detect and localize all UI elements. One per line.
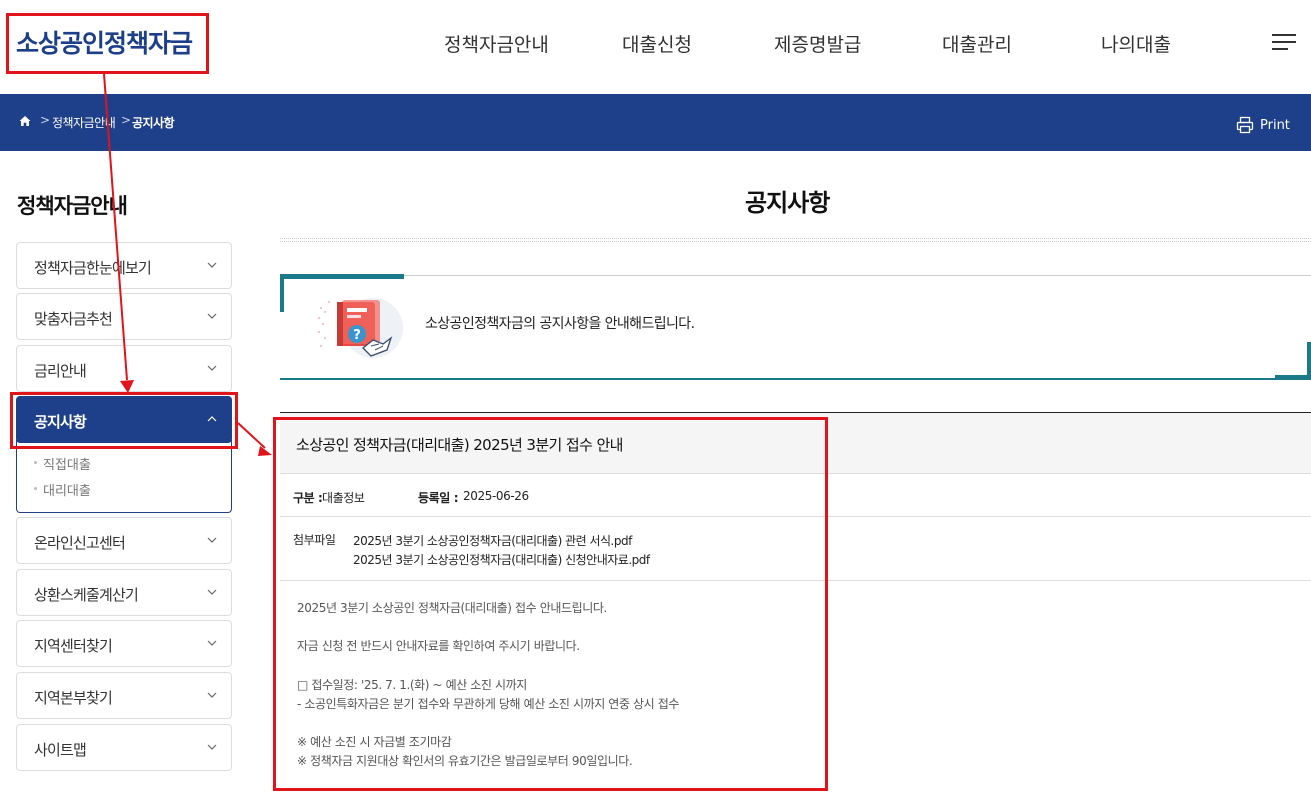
intro-box: ? 소상공인정책자금의 공지사항을 안내해드립니다. xyxy=(280,274,1311,380)
breadcrumb-bar: > 정책자금안내 > 공지사항 Print xyxy=(0,94,1311,151)
svg-text:?: ? xyxy=(353,328,361,343)
date-label: 등록일 : xyxy=(418,491,459,505)
breadcrumb-separator: > xyxy=(121,113,132,127)
post-body-line: - 소공인특화자금은 분기 접수와 무관하게 당해 예산 소진 시까지 연중 상… xyxy=(297,697,679,711)
sidebar-item-custom-fund[interactable]: 맞춤자금추천 xyxy=(16,293,232,340)
chevron-down-icon xyxy=(207,640,217,646)
chevron-down-icon xyxy=(207,537,217,543)
chevron-down-icon xyxy=(207,744,217,750)
attachments-label: 첨부파일 xyxy=(293,533,336,547)
sidebar-item-label: 금리안내 xyxy=(34,362,87,380)
sidebar-item-label: 온라인신고센터 xyxy=(34,534,126,552)
print-button[interactable]: Print xyxy=(1236,115,1290,135)
post-body-line: ※ 정책자금 지원대상 확인서의 유효기간은 발급일로부터 90일입니다. xyxy=(297,754,633,768)
nav-certificates[interactable]: 제증명발급 xyxy=(774,30,861,57)
sidebar-item-label: 상환스케줄계산기 xyxy=(34,586,139,604)
sidebar-item-label: 지역센터찾기 xyxy=(34,637,113,655)
main-nav: 정책자금안내 대출신청 제증명발급 대출관리 나의대출 xyxy=(0,30,1311,60)
sidebar-item-online-report[interactable]: 온라인신고센터 xyxy=(16,517,232,564)
attachment-link[interactable]: 2025년 3분기 소상공인정책자금(대리대출) 신청안내자료.pdf xyxy=(353,551,650,568)
title-divider xyxy=(280,238,1311,242)
sidebar-item-label: 사이트맵 xyxy=(34,741,87,759)
sidebar-item-sitemap[interactable]: 사이트맵 xyxy=(16,724,232,771)
page-title: 공지사항 xyxy=(745,189,830,217)
chevron-down-icon xyxy=(207,692,217,698)
site-header: 소상공인정책자금 정책자금안내 대출신청 제증명발급 대출관리 나의대출 xyxy=(0,0,1311,94)
post-title: 소상공인 정책자금(대리대출) 2025년 3분기 접수 안내 xyxy=(296,436,623,454)
attachment-link[interactable]: 2025년 3분기 소상공인정책자금(대리대출) 관련 서식.pdf xyxy=(353,532,632,549)
sidebar-item-label: 맞춤자금추천 xyxy=(34,310,113,328)
intro-text: 소상공인정책자금의 공지사항을 안내해드립니다. xyxy=(425,316,695,332)
notice-book-handshake-icon: ? xyxy=(318,298,403,358)
sidebar-item-interest-rate[interactable]: 금리안내 xyxy=(16,345,232,392)
post-header: 소상공인 정책자금(대리대출) 2025년 3분기 접수 안내 xyxy=(280,412,1311,474)
post-body-line: 2025년 3분기 소상공인 정책자금(대리대출) 접수 안내드립니다. xyxy=(297,601,607,615)
nav-my-loans[interactable]: 나의대출 xyxy=(1101,30,1171,57)
chevron-down-icon xyxy=(207,313,217,319)
sidebar-item-regional-center[interactable]: 지역센터찾기 xyxy=(16,620,232,667)
sidebar-item-policy-fund-overview[interactable]: 정책자금한눈에보기 xyxy=(16,242,232,289)
breadcrumb-item-policy-fund-guide[interactable]: 정책자금안내 xyxy=(52,114,116,131)
post-body-line: 자금 신청 전 반드시 안내자료를 확인하여 주시기 바랍니다. xyxy=(297,639,580,653)
sidebar-submenu: 직접대출 대리대출 xyxy=(16,440,232,513)
attachments: 첨부파일 2025년 3분기 소상공인정책자금(대리대출) 관련 서식.pdf … xyxy=(280,517,1311,581)
sidebar-title: 정책자금안내 xyxy=(17,194,128,218)
nav-loan-apply[interactable]: 대출신청 xyxy=(622,30,692,57)
post-body-line: ※ 예산 소진 시 자금별 조기마감 xyxy=(297,735,452,749)
chevron-down-icon xyxy=(207,365,217,371)
category-label: 구분 : xyxy=(293,491,323,505)
sidebar-item-label: 공지사항 xyxy=(34,413,87,431)
post-meta: 구분 : 대출정보 등록일 : 2025-06-26 xyxy=(280,474,1311,517)
date-value: 2025-06-26 xyxy=(463,489,529,503)
printer-icon xyxy=(1236,116,1254,134)
notice-detail: 소상공인 정책자금(대리대출) 2025년 3분기 접수 안내 구분 : 대출정… xyxy=(280,412,1311,794)
nav-policy-fund-guide[interactable]: 정책자금안내 xyxy=(444,30,549,57)
print-label: Print xyxy=(1260,117,1290,133)
sidebar-item-repayment-calculator[interactable]: 상환스케줄계산기 xyxy=(16,569,232,616)
home-icon[interactable] xyxy=(19,115,31,127)
sidebar-item-label: 정책자금한눈에보기 xyxy=(34,259,152,277)
submenu-item-agency-loan[interactable]: 대리대출 xyxy=(43,480,91,499)
breadcrumb-item-notice: 공지사항 xyxy=(132,116,175,130)
sidebar-item-regional-hq[interactable]: 지역본부찾기 xyxy=(16,672,232,719)
post-body-line: □ 접수일정: '25. 7. 1.(화) ~ 예산 소진 시까지 xyxy=(297,678,527,692)
chevron-down-icon xyxy=(207,589,217,595)
chevron-down-icon xyxy=(207,262,217,268)
bullet-dot xyxy=(34,487,37,490)
submenu-item-direct-loan[interactable]: 직접대출 xyxy=(43,454,91,473)
nav-loan-management[interactable]: 대출관리 xyxy=(942,30,1012,57)
category-value: 대출정보 xyxy=(322,491,365,505)
breadcrumb-separator: > xyxy=(40,113,51,127)
sidebar-item-label: 지역본부찾기 xyxy=(34,689,113,707)
sidebar-item-notice[interactable]: 공지사항 xyxy=(16,396,232,443)
chevron-up-icon xyxy=(207,416,217,422)
hamburger-menu-icon[interactable] xyxy=(1272,32,1296,52)
bullet-dot xyxy=(34,461,37,464)
